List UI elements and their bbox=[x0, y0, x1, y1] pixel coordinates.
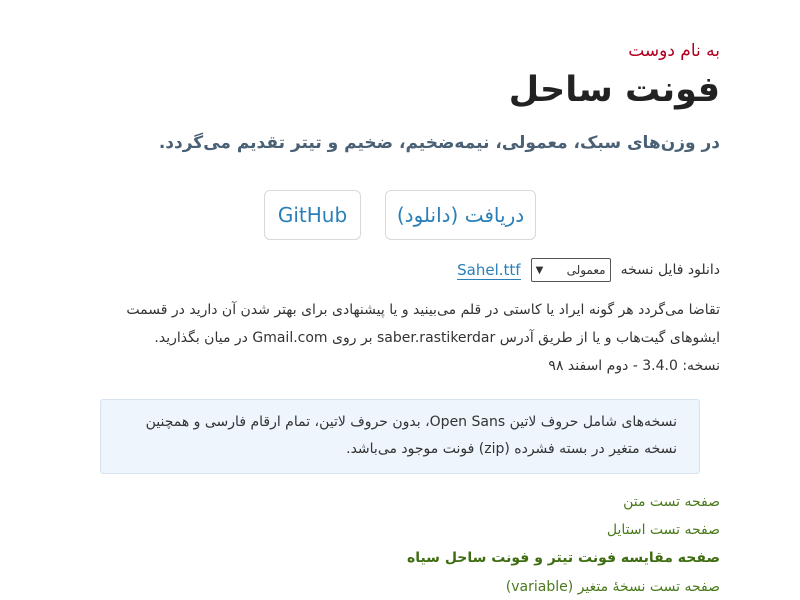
note-line-1: نسخه‌های شامل حروف لاتین Open Sans، بدون… bbox=[145, 414, 677, 430]
version-select-value: معمولی bbox=[566, 263, 606, 277]
nav-link-style-test[interactable]: صفحه تست استایل bbox=[607, 522, 720, 538]
download-label: دانلود فایل نسخه bbox=[620, 262, 720, 278]
font-file-link[interactable]: Sahel.ttf bbox=[457, 261, 521, 280]
download-button[interactable]: دریافت (دانلود) bbox=[385, 190, 536, 240]
greeting-text: به نام دوست bbox=[628, 41, 720, 61]
nav-link-variable-test[interactable]: صفحه تست نسخهٔ متغیر (variable) bbox=[506, 579, 720, 595]
download-row: دانلود فایل نسخه معمولی ▼ Sahel.ttf bbox=[457, 258, 720, 282]
info-line-1: تقاضا می‌گردد هر گونه ایراد یا کاستی در … bbox=[126, 302, 720, 318]
nav-link-text-test[interactable]: صفحه تست متن bbox=[623, 494, 720, 510]
page-subtitle: در وزن‌های سبک، معمولی، نیمه‌ضخیم، ضخیم … bbox=[158, 133, 720, 153]
info-line-2: ایشوهای گیت‌هاب و یا از طریق آدرس saber.… bbox=[154, 330, 720, 346]
nav-link-font-compare[interactable]: صفحه مقایسه فونت تیتر و فونت ساحل سیاه bbox=[407, 550, 720, 566]
version-select[interactable]: معمولی ▼ bbox=[530, 258, 611, 282]
github-button[interactable]: GitHub bbox=[264, 190, 361, 240]
version-info: نسخه: 3.4.0 - دوم اسفند ۹۸ bbox=[548, 358, 720, 374]
page-title: فونت ساحل bbox=[508, 70, 720, 110]
info-paragraph: تقاضا می‌گردد هر گونه ایراد یا کاستی در … bbox=[90, 296, 720, 380]
chevron-down-icon: ▼ bbox=[535, 264, 544, 276]
info-note-box: نسخه‌های شامل حروف لاتین Open Sans، بدون… bbox=[100, 399, 700, 474]
note-line-2: نسخه متغیر در بسته فشرده (zip) فونت موجو… bbox=[346, 441, 677, 457]
